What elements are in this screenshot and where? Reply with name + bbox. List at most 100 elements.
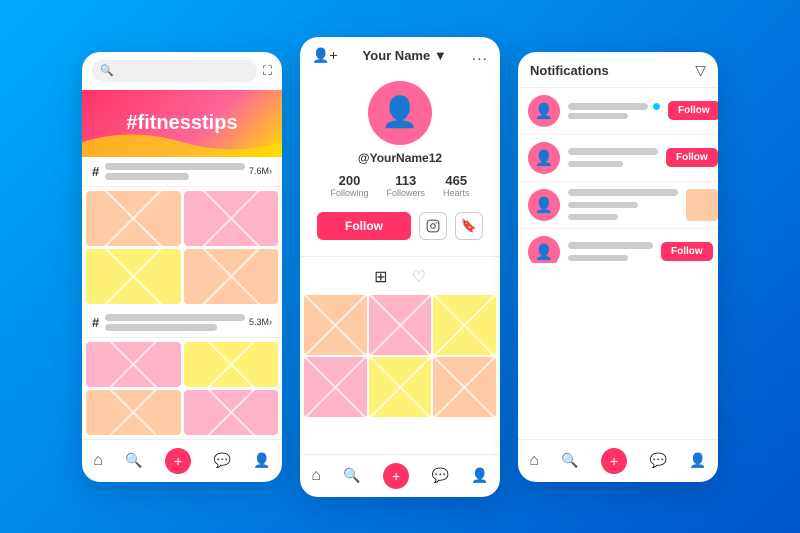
phone1-section2: # 5.3M› [82,308,282,338]
search-nav-icon[interactable]: 🔍 [125,452,142,469]
bar [105,324,217,331]
hearts-stat: 465 Hearts [443,173,470,198]
bar [105,173,189,180]
notif-content [568,148,658,167]
profile-section: 👤 @YourName12 200 Following 113 Follower… [300,71,500,250]
name-bar [568,189,678,196]
followers-stat: 113 Followers [387,173,426,198]
home-nav-icon[interactable]: ⌂ [529,452,539,470]
filter-icon[interactable]: ▽ [695,62,706,79]
phone2-header: 👤+ Your Name ▼ ... [300,37,500,71]
avatar: 👤 [368,81,432,145]
add-nav-icon[interactable]: + [165,448,191,474]
follow-button[interactable]: Follow [661,242,713,261]
hearts-count: 465 [445,173,467,188]
grid-item [86,191,181,246]
instagram-icon[interactable] [419,212,447,240]
notification-item: 👤 Follow [518,229,718,264]
grid-item [184,390,279,435]
add-nav-icon[interactable]: + [383,463,409,489]
grid-tab-icon[interactable]: ⊞ [374,267,387,287]
notif-content [568,103,660,119]
name-bar [568,148,658,155]
notif-thumbnail [686,189,718,221]
grid-item [86,342,181,387]
time-bar [568,255,628,261]
home-nav-icon[interactable]: ⌂ [93,452,103,470]
notification-item: 👤 Follow [518,88,718,135]
grid-item [86,390,181,435]
more-options-icon[interactable]: ... [472,47,488,65]
name-bar [568,242,653,249]
hash-icon-1: # [92,164,99,179]
search-nav-icon[interactable]: 🔍 [561,452,578,469]
follow-button[interactable]: Follow [666,148,718,167]
profile-actions: Follow 🔖 [317,212,483,240]
phone2-bottom-nav: ⌂ 🔍 + 💬 👤 [300,454,500,497]
grid-item [184,342,279,387]
section2-bars [105,314,245,331]
add-nav-icon[interactable]: + [601,448,627,474]
notification-list: 👤 Follow 👤 [518,88,718,264]
search-nav-icon[interactable]: 🔍 [343,467,360,484]
phone-1: 🔍 ⛶ #fitnesstips # 7.6M› [82,52,282,482]
divider [300,256,500,257]
bar [105,163,245,170]
phone-3: Notifications ▽ 👤 Follow [518,52,718,482]
phone1-header: 🔍 ⛶ [82,52,282,90]
time-bar [568,113,628,119]
phone1-hero: #fitnesstips [82,90,282,157]
phone1-section1: # 7.6M› [82,157,282,187]
profile-stats: 200 Following 113 Followers 465 Hearts [330,173,469,198]
notif-name-row [568,103,660,110]
follow-button[interactable]: Follow [668,101,718,120]
phone2-title: Your Name ▼ [363,48,447,63]
grid-item [433,295,496,355]
profile-grid [300,291,500,421]
grid-item [369,295,432,355]
followers-count: 113 [395,173,416,188]
avatar-icon: 👤 [381,95,418,130]
notif-avatar: 👤 [528,95,560,127]
grid-item [369,357,432,417]
username: @YourName12 [358,151,442,165]
desc-bar [568,202,638,208]
profile-nav-icon[interactable]: 👤 [253,452,270,469]
notifications-title: Notifications [530,63,609,78]
grid-item [304,357,367,417]
phone3-header: Notifications ▽ [518,52,718,88]
section2-count: 5.3M› [249,317,272,327]
following-count: 200 [339,173,361,188]
chat-nav-icon[interactable]: 💬 [213,452,230,469]
time-bar [568,214,618,220]
section1-count: 7.6M› [249,166,272,176]
profile-nav-icon[interactable]: 👤 [689,452,706,469]
following-stat: 200 Following [330,173,368,198]
grid-item [86,249,181,304]
add-user-icon[interactable]: 👤+ [312,47,338,64]
notif-avatar: 👤 [528,142,560,174]
phone3-bottom-nav: ⌂ 🔍 + 💬 👤 [518,439,718,482]
profile-tabs: ⊞ ♡ [300,263,500,291]
heart-tab-icon[interactable]: ♡ [412,267,426,287]
grid-item [433,357,496,417]
bookmark-icon[interactable]: 🔖 [455,212,483,240]
chat-nav-icon[interactable]: 💬 [649,452,666,469]
expand-icon[interactable]: ⛶ [263,63,272,79]
chat-nav-icon[interactable]: 💬 [431,467,448,484]
followers-label: Followers [387,188,426,198]
profile-nav-icon[interactable]: 👤 [471,467,488,484]
hash-icon-2: # [92,315,99,330]
notif-avatar: 👤 [528,189,560,221]
notif-avatar: 👤 [528,236,560,264]
grid-item [184,249,279,304]
notif-content [568,189,678,220]
home-nav-icon[interactable]: ⌂ [311,467,321,485]
hero-hashtag: #fitnesstips [126,112,237,135]
notification-item: 👤 Follow [518,135,718,182]
follow-button[interactable]: Follow [317,212,411,240]
phone1-bottom-nav: ⌂ 🔍 + 💬 👤 [82,439,282,482]
following-label: Following [330,188,368,198]
search-bar[interactable]: 🔍 [92,60,257,82]
name-bar [568,103,648,110]
